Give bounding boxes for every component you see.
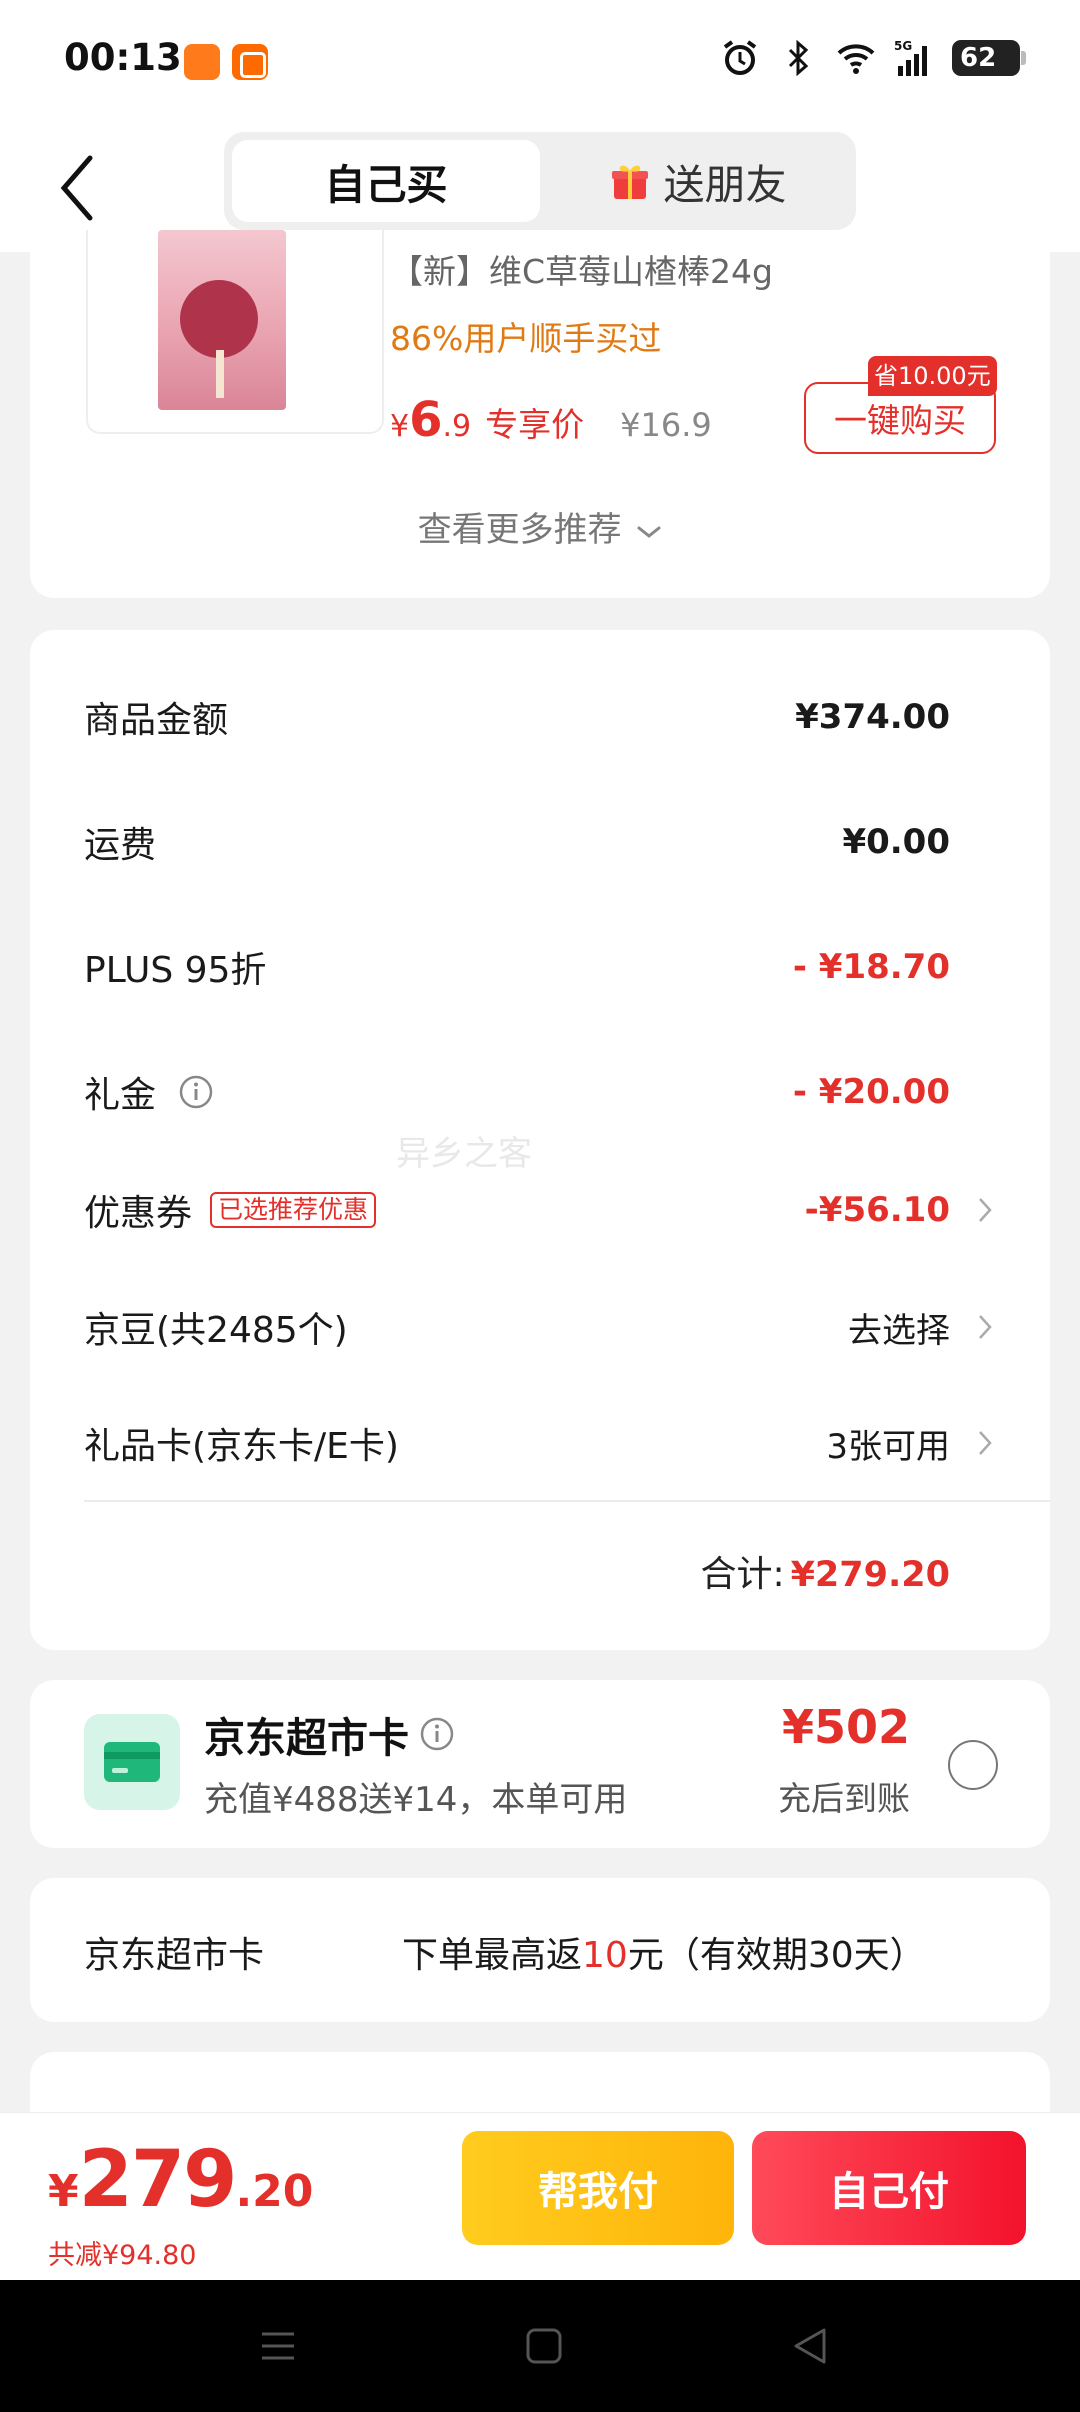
buy-mode-tabs: 自己买 送朋友	[224, 132, 856, 230]
total-value: ¥279.20	[790, 1555, 950, 1595]
chevron-right-icon	[979, 1315, 992, 1339]
bought-stat: 86%用户顺手买过	[390, 319, 662, 358]
jd-beans-label: 京豆(共2485个)	[84, 1310, 348, 1351]
row-gift-card[interactable]: 礼品卡(京东卡/E卡) 3张可用	[84, 1408, 1050, 1478]
original-price: ¥16.9	[620, 406, 712, 444]
gift-icon	[611, 165, 648, 199]
pay-myself-button[interactable]: 自己付	[752, 2131, 1026, 2245]
wifi-icon	[837, 44, 875, 74]
price-symbol: ¥	[390, 409, 410, 444]
status-icons: 5G 62	[720, 38, 1026, 78]
lollipop-stick	[216, 350, 224, 398]
rebate-text-post: 元（有效期30天）	[627, 1935, 926, 1976]
plus-discount-value: - ¥18.70	[792, 947, 950, 987]
more-recommendations-link[interactable]: 查看更多推荐	[30, 502, 1050, 551]
rebate-amount: 10	[582, 1935, 628, 1976]
5g-signal-icon: 5G	[894, 39, 927, 76]
rebate-label: 京东超市卡	[84, 1935, 265, 1976]
status-bar: 00:13 5G 62	[0, 0, 1080, 124]
product-package	[158, 230, 286, 410]
gift-card-value: 3张可用	[826, 1426, 950, 1467]
checkout-price-symbol: ¥	[48, 2166, 79, 2217]
rebate-text-pre: 下单最高返	[402, 1935, 583, 1976]
shipping-value: ¥0.00	[842, 822, 950, 862]
credit-card-icon	[104, 1742, 160, 1782]
tab-send-to-friend[interactable]: 送朋友	[548, 140, 848, 222]
checkout-price-integer: 279	[78, 2135, 238, 2225]
row-gift-money: 礼金 - ¥20.00	[84, 1057, 1050, 1127]
row-goods-amount: 商品金额 ¥374.00	[84, 682, 1050, 752]
watermark: 异乡之客	[396, 1134, 532, 1174]
supermarket-card-radio[interactable]	[948, 1740, 998, 1790]
card-icon	[84, 1714, 180, 1810]
divider	[84, 1500, 1050, 1502]
chevron-right-icon	[979, 1198, 992, 1222]
tab-buy-for-self[interactable]: 自己买	[232, 140, 540, 222]
system-nav-bar	[0, 2280, 1080, 2412]
gift-money-label: 礼金	[84, 1066, 214, 1118]
order-total: 合计: ¥279.20	[700, 1545, 950, 1597]
info-icon[interactable]	[178, 1074, 214, 1110]
chevron-right-icon	[979, 1431, 992, 1455]
order-summary-card: 商品金额 ¥374.00 运费 ¥0.00 PLUS 95折 - ¥18.70 …	[30, 630, 1050, 1650]
rebate-card: 京东超市卡 下单最高返10元（有效期30天）	[30, 1878, 1050, 2022]
app-notification-icon-2	[232, 44, 268, 80]
back-nav-icon[interactable]	[788, 2324, 832, 2368]
coupon-value: -¥56.10	[804, 1190, 950, 1230]
checkout-price-decimal: .20	[235, 2166, 314, 2217]
chevron-down-icon	[637, 526, 661, 538]
total-label: 合计:	[700, 1554, 785, 1595]
supermarket-card-title: 京东超市卡	[204, 1704, 455, 1764]
lollipop-shape	[180, 280, 258, 358]
help-me-pay-button[interactable]: 帮我付	[462, 2131, 734, 2245]
app-notification-icon	[184, 44, 220, 80]
row-coupon[interactable]: 优惠券 已选推荐优惠 -¥56.10	[84, 1175, 1050, 1245]
plus-discount-label: PLUS 95折	[84, 950, 267, 991]
supermarket-card-title-text: 京东超市卡	[204, 1714, 409, 1762]
svg-text:5G: 5G	[894, 39, 912, 53]
jd-beans-value: 去选择	[848, 1310, 950, 1351]
battery-icon: 62	[952, 40, 1026, 76]
menu-icon[interactable]	[256, 2324, 300, 2368]
row-shipping: 运费 ¥0.00	[84, 807, 1050, 877]
status-time: 00:13	[64, 36, 182, 79]
row-plus-discount: PLUS 95折 - ¥18.70	[84, 932, 1050, 1002]
gift-money-label-text: 礼金	[84, 1075, 157, 1116]
checkout-bar: ¥ 279 .20 共减¥94.80 帮我付 自己付	[0, 2112, 1080, 2280]
alarm-icon	[723, 40, 757, 75]
supermarket-card-subtitle: 充值¥488送¥14，本单可用	[204, 1780, 628, 1820]
product-price: ¥ 6 .9 专享价 ¥16.9	[390, 392, 712, 448]
tab-label: 送朋友	[663, 161, 787, 209]
coupon-label: 优惠券 已选推荐优惠	[84, 1184, 377, 1236]
supermarket-card-offer[interactable]: 京东超市卡 充值¥488送¥14，本单可用 ¥502 充后到账	[30, 1680, 1050, 1848]
price-decimal: .9	[442, 409, 472, 444]
price-integer: 6	[409, 392, 443, 448]
gift-card-label: 礼品卡(京东卡/E卡)	[84, 1426, 399, 1467]
price-tag: 专享价	[485, 405, 585, 444]
goods-amount-label: 商品金额	[84, 700, 229, 741]
home-icon[interactable]	[522, 2324, 566, 2368]
bluetooth-icon	[788, 39, 809, 77]
save-badge: 省10.00元	[868, 356, 997, 396]
total-saved: 共减¥94.80	[48, 2240, 197, 2271]
rebate-text: 下单最高返10元（有效期30天）	[402, 1926, 926, 1978]
product-title[interactable]: 【新】维C草莓山楂棒24g	[390, 245, 773, 293]
back-button[interactable]	[52, 148, 112, 228]
goods-amount-value: ¥374.00	[795, 697, 950, 737]
more-label: 查看更多推荐	[417, 510, 622, 550]
coupon-label-text: 优惠券	[84, 1193, 193, 1234]
shipping-label: 运费	[84, 825, 157, 866]
gift-money-value: - ¥20.00	[792, 1072, 950, 1112]
supermarket-card-note: 充后到账	[778, 1779, 910, 1818]
supermarket-card-amount: ¥502	[781, 1700, 910, 1754]
tab-label: 自己买	[324, 161, 448, 209]
row-jd-beans[interactable]: 京豆(共2485个) 去选择	[84, 1292, 1050, 1362]
info-icon[interactable]	[419, 1716, 455, 1752]
checkout-price: ¥ 279 .20	[48, 2135, 313, 2225]
coupon-selected-tag: 已选推荐优惠	[210, 1192, 377, 1228]
recommend-card: 【新】维C草莓山楂棒24g 86%用户顺手买过 ¥ 6 .9 专享价 ¥16.9…	[30, 230, 1050, 598]
product-image[interactable]	[86, 230, 384, 434]
